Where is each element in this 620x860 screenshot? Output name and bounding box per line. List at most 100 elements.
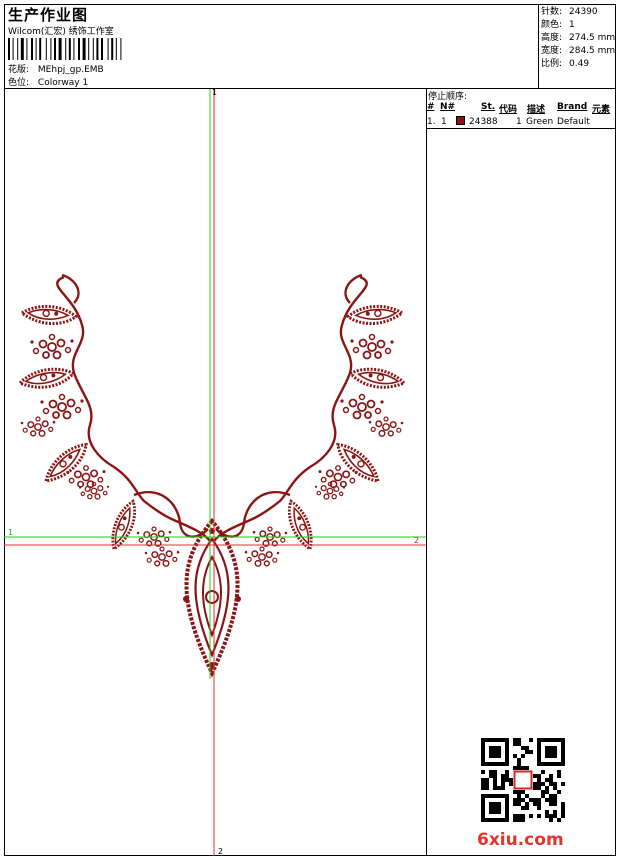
qr-module: [521, 746, 525, 750]
barcode-bar: [58, 38, 62, 60]
design-label: 花版:: [8, 65, 30, 75]
qr-module: [541, 790, 545, 794]
qr-module: [505, 770, 509, 774]
qr-module: [537, 786, 541, 790]
qr-module: [493, 782, 497, 786]
qr-module: [541, 794, 545, 798]
stat-stitches: 针数: 24390: [541, 7, 598, 17]
qr-module: [517, 742, 521, 746]
qr-module: [525, 802, 529, 806]
embroidery-preview: [4, 89, 426, 856]
thread-color-swatch: [456, 116, 465, 125]
qr-module: [525, 746, 529, 750]
barcode-bar: [39, 38, 42, 60]
qr-module: [553, 782, 557, 786]
qr-module: [541, 782, 545, 786]
qr-module: [485, 778, 489, 782]
qr-module: [553, 786, 557, 790]
qr-module: [513, 742, 517, 746]
barcode: [8, 38, 122, 60]
barcode-bar: [45, 38, 47, 60]
qr-module: [489, 770, 493, 774]
qr-module: [501, 786, 505, 790]
barcode-bar: [65, 38, 67, 60]
axis-right-marker: 2: [414, 536, 420, 545]
row-number: 1: [441, 117, 447, 127]
barcode-bar: [107, 38, 109, 60]
qr-module: [513, 814, 517, 818]
qr-module: [513, 754, 517, 758]
stats-divider: [538, 4, 539, 88]
qr-module: [517, 790, 521, 794]
qr-module: [521, 766, 525, 770]
qr-module: [481, 782, 485, 786]
qr-module: [513, 766, 517, 770]
qr-module: [529, 738, 533, 742]
barcode-bar: [101, 38, 103, 60]
qr-module: [517, 762, 521, 766]
qr-module: [545, 814, 549, 818]
qr-code: [481, 738, 565, 822]
qr-module: [533, 774, 537, 778]
qr-module: [513, 738, 517, 742]
qr-module: [501, 774, 505, 778]
panel-divider: [426, 88, 427, 856]
qr-module: [513, 802, 517, 806]
col-element: 元素: [592, 105, 611, 115]
qr-module: [549, 778, 553, 782]
qr-module: [561, 810, 565, 814]
qr-module: [549, 782, 553, 786]
stop-sequence-title: 停止顺序:: [428, 92, 468, 102]
row-brand: Default: [557, 117, 590, 127]
qr-module: [505, 778, 509, 782]
qr-module: [533, 786, 537, 790]
qr-module: [553, 814, 557, 818]
colorway-row: 色位: Colorway 1: [8, 75, 88, 88]
qr-module: [501, 782, 505, 786]
barcode-bar: [54, 38, 56, 60]
col-brand: Brand: [557, 102, 588, 112]
qr-module: [533, 798, 537, 802]
qr-module: [549, 802, 553, 806]
qr-module: [549, 798, 553, 802]
necklace-left-half: [19, 275, 210, 566]
row-stitches: 24388: [469, 117, 498, 127]
qr-module: [549, 774, 553, 778]
barcode-bar: [31, 38, 33, 60]
col-stitches: St.: [481, 102, 496, 112]
qr-module: [561, 782, 565, 786]
col-hash: #: [427, 102, 435, 112]
qr-module: [493, 778, 497, 782]
barcode-bar: [73, 38, 75, 60]
qr-module: [553, 802, 557, 806]
qr-module: [537, 778, 541, 782]
colorway-value: Colorway 1: [37, 78, 89, 88]
design-file-row: 花版: MEhpj_gp.EMB: [8, 62, 104, 75]
qr-module: [557, 790, 561, 794]
qr-module: [481, 786, 485, 790]
barcode-bar: [12, 38, 14, 60]
qr-module: [521, 818, 525, 822]
stat-width: 宽度: 284.5 mm: [541, 46, 616, 56]
colorway-label: 色位:: [8, 78, 30, 88]
qr-module: [537, 814, 541, 818]
qr-module: [485, 782, 489, 786]
qr-module: [489, 774, 493, 778]
barcode-bar: [50, 38, 52, 60]
qr-module: [525, 794, 529, 798]
qr-module: [553, 798, 557, 802]
qr-module: [493, 786, 497, 790]
qr-module: [517, 738, 521, 742]
barcode-bar: [78, 38, 80, 60]
watermark-logo: 6xiu.com: [477, 830, 564, 850]
barcode-bar: [111, 38, 114, 60]
barcode-bar: [20, 38, 24, 60]
sheet-title: 生产作业图: [8, 6, 89, 24]
axis-bottom-marker: 2: [218, 847, 224, 856]
barcode-bar: [17, 38, 19, 60]
qr-module: [537, 798, 541, 802]
qr-module: [513, 790, 517, 794]
qr-module: [521, 754, 525, 758]
qr-module: [509, 778, 513, 782]
col-number: N#: [440, 102, 456, 112]
